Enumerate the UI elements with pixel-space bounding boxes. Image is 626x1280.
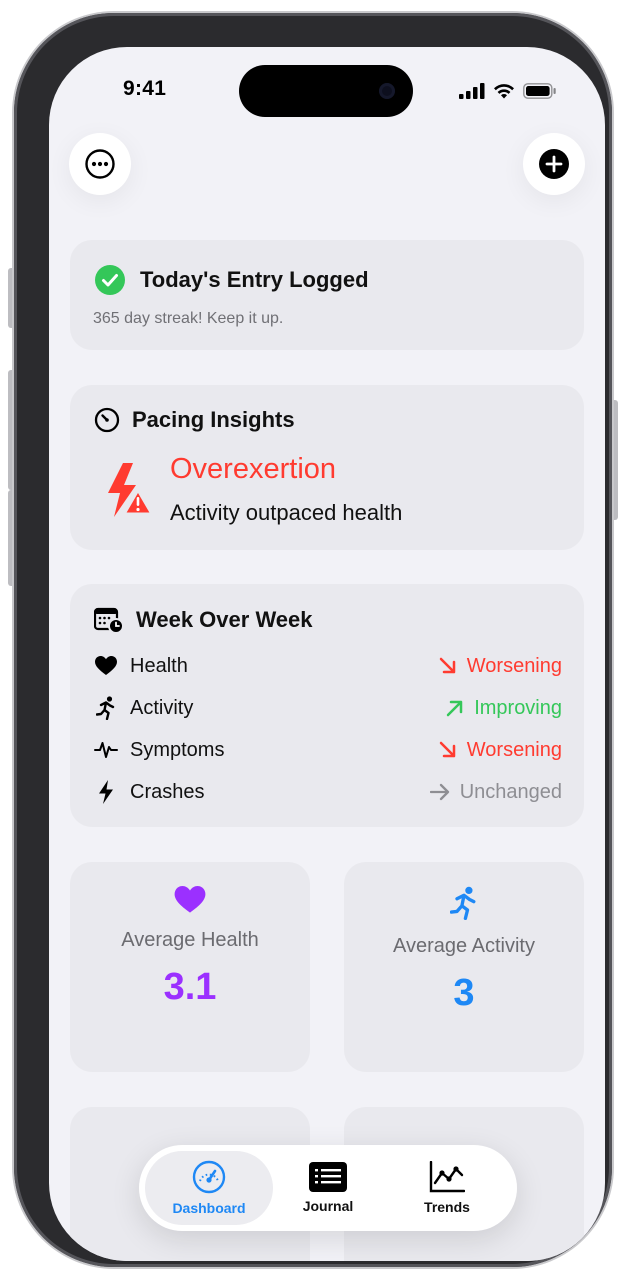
tab-trends[interactable]: Trends <box>387 1145 507 1231</box>
average-activity-value: 3 <box>453 972 475 1014</box>
week-row-label: Activity <box>130 696 194 719</box>
week-row-label: Crashes <box>130 780 205 803</box>
week-row-symptoms: Symptoms Worsening <box>94 736 562 764</box>
status-time: 9:41 <box>123 77 167 100</box>
average-activity-card[interactable]: Average Activity 3 <box>344 862 584 1072</box>
week-row-trend: Improving <box>474 696 562 719</box>
timer-icon <box>94 407 120 433</box>
week-row-label: Health <box>130 654 188 677</box>
status-icons <box>459 83 557 99</box>
average-health-label: Average Health <box>121 929 259 951</box>
dynamic-island <box>239 65 413 117</box>
plus-circle-icon <box>539 149 569 179</box>
streak-text: 365 day streak! Keep it up. <box>93 310 284 327</box>
bolt-icon <box>99 780 113 804</box>
pacing-card-title: Pacing Insights <box>132 407 295 432</box>
camera-icon <box>379 83 395 99</box>
ellipsis-circle-icon <box>85 149 115 179</box>
week-over-week-card[interactable]: Week Over Week Health Worsening Activity <box>70 584 584 827</box>
week-row-label: Symptoms <box>130 738 225 761</box>
week-row-health: Health Worsening <box>94 652 562 680</box>
tab-journal[interactable]: Journal <box>273 1145 383 1231</box>
bolt-warning-icon <box>108 463 154 517</box>
checkmark-circle-icon <box>95 265 125 295</box>
tab-label: Dashboard <box>172 1200 246 1216</box>
arrow-down-right-icon <box>439 657 456 674</box>
tab-bar: Dashboard Journal Trends <box>139 1145 517 1231</box>
list-document-icon <box>309 1162 347 1192</box>
wifi-icon <box>494 84 514 99</box>
week-row-trend: Unchanged <box>459 780 562 803</box>
pacing-status: Overexertion <box>170 453 337 485</box>
arrow-right-icon <box>429 783 449 801</box>
average-health-value: 3.1 <box>163 966 217 1008</box>
phone-frame: 9:41 Today's Entry Logged 365 day streak… <box>14 13 612 1267</box>
average-activity-label: Average Activity <box>393 935 535 957</box>
todays-entry-card[interactable]: Today's Entry Logged 365 day streak! Kee… <box>70 240 584 350</box>
week-card-title: Week Over Week <box>136 607 313 632</box>
tab-label: Trends <box>424 1199 470 1215</box>
tab-label: Journal <box>302 1198 354 1214</box>
battery-icon <box>523 83 556 99</box>
average-health-card[interactable]: Average Health 3.1 <box>70 862 310 1072</box>
figure-run-icon <box>450 886 476 920</box>
pacing-description: Activity outpaced health <box>170 500 403 525</box>
add-entry-button[interactable] <box>523 133 585 195</box>
week-row-crashes: Crashes Unchanged <box>94 778 562 806</box>
figure-run-icon <box>96 696 115 720</box>
waveform-pulse-icon <box>94 742 118 758</box>
heart-icon <box>174 886 206 913</box>
arrow-up-right-icon <box>446 700 463 717</box>
arrow-down-right-icon <box>439 741 456 758</box>
week-row-trend: Worsening <box>466 654 562 677</box>
week-row-trend: Worsening <box>466 738 562 761</box>
more-options-button[interactable] <box>69 133 131 195</box>
app-screen: 9:41 Today's Entry Logged 365 day streak… <box>49 47 605 1261</box>
gauge-icon <box>192 1160 226 1194</box>
tab-dashboard[interactable]: Dashboard <box>145 1145 273 1231</box>
entry-card-title: Today's Entry Logged <box>140 267 369 292</box>
calendar-clock-icon <box>94 607 124 634</box>
pacing-insights-card[interactable]: Pacing Insights Overexertion Activity ou… <box>70 385 584 550</box>
heart-icon <box>95 656 117 675</box>
cellular-signal-icon <box>459 83 485 99</box>
chart-line-icon <box>429 1161 465 1193</box>
week-row-activity: Activity Improving <box>94 694 562 722</box>
